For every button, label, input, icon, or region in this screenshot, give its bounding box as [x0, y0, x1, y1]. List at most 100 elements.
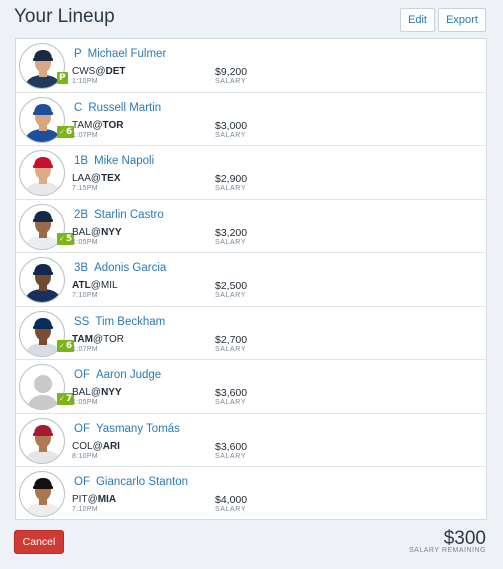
player-salary: $2,700	[215, 333, 248, 346]
game-matchup: ATL@MIL	[72, 280, 118, 291]
game-matchup: TAM@TOR	[72, 119, 124, 131]
lineup-row[interactable]: OF Giancarlo Stanton PIT@MIA 7:10PM $4,00…	[16, 467, 486, 521]
away-team: CWS	[72, 66, 96, 77]
player-position: SS	[74, 315, 90, 328]
game-matchup: TAM@TOR	[72, 333, 125, 345]
player-name-link[interactable]: SS Tim Beckham	[74, 316, 165, 328]
player-salary: $3,000	[215, 119, 248, 132]
home-team: TEX	[101, 173, 121, 184]
player-salary: $2,900	[215, 173, 248, 185]
player-name-link[interactable]: OF Aaron Judge	[74, 369, 161, 381]
player-position: P	[74, 48, 82, 60]
away-team: TAM	[72, 119, 93, 131]
game-time: 1:05PM	[72, 399, 98, 406]
salary-label: SALARY	[215, 399, 247, 406]
player-name-link[interactable]: C Russell Martin	[74, 102, 161, 114]
lineup-header: Your Lineup Edit Export	[0, 0, 503, 38]
lineup-row[interactable]: ✓5 2B Starlin Castro BAL@NYY 1:05PM $3,20…	[16, 200, 486, 253]
player-name: Aaron Judge	[95, 369, 162, 381]
home-team: ARI	[102, 440, 120, 452]
player-position: C	[74, 101, 83, 114]
salary-remaining-label: SALARY REMAINING	[409, 547, 486, 554]
salary-label: SALARY	[215, 292, 247, 299]
check-icon: ✓	[59, 395, 65, 403]
home-team: MIL	[100, 280, 118, 291]
away-team: ATL	[72, 280, 91, 291]
salary-label: SALARY	[215, 345, 247, 353]
lineup-row[interactable]: ✓6 C Russell Martin TAM@TOR 1:07PM $3,000…	[16, 93, 486, 146]
player-name-link[interactable]: P Michael Fulmer	[74, 48, 166, 60]
lineup-row[interactable]: 1B Mike Napoli LAA@TEX 7:15PM $2,900 SALA…	[16, 146, 486, 200]
player-headshot-icon	[23, 478, 63, 516]
home-team: MIA	[97, 494, 117, 505]
home-team: NYY	[101, 226, 122, 238]
player-salary: $4,000	[215, 494, 248, 506]
check-icon: ✓	[59, 341, 65, 350]
check-icon: ✓	[59, 127, 65, 136]
player-photo	[19, 150, 65, 196]
home-team: TOR	[103, 333, 125, 345]
player-position: 1B	[74, 155, 89, 167]
badge-label: P	[59, 73, 66, 83]
game-time: 7:15PM	[72, 185, 98, 192]
player-name: Mike Napoli	[94, 155, 155, 167]
away-team: PIT	[72, 494, 88, 505]
lineup-row[interactable]: OF Yasmany Tomás COL@ARI 8:10PM $3,600 SA…	[16, 414, 486, 467]
salary-label: SALARY	[215, 238, 247, 246]
away-team: COL	[72, 440, 93, 452]
salary-label: SALARY	[215, 506, 247, 513]
player-position: 2B	[74, 208, 89, 221]
lineup-row[interactable]: P P Michael Fulmer CWS@DET 1:10PM $9,200 …	[16, 39, 486, 93]
home-team: NYY	[101, 387, 122, 398]
game-time: 8:10PM	[72, 452, 98, 460]
lineup-row[interactable]: 3B Adonis Garcia ATL@MIL 7:10PM $2,500 SA…	[16, 253, 486, 307]
game-matchup: BAL@NYY	[72, 387, 122, 398]
home-team: DET	[105, 66, 126, 77]
player-name: Starlin Castro	[94, 208, 164, 221]
away-team: BAL	[72, 387, 91, 398]
player-name-link[interactable]: 3B Adonis Garcia	[74, 262, 166, 274]
lineup-row[interactable]: ✓6 SS Tim Beckham TAM@TOR 1:07PM $2,700 S…	[16, 307, 486, 360]
player-name-link[interactable]: OF Giancarlo Stanton	[74, 476, 188, 488]
game-matchup: CWS@DET	[72, 66, 126, 77]
lineup-row[interactable]: ✓7 OF Aaron Judge BAL@NYY 1:05PM $3,600 S…	[16, 360, 486, 414]
player-salary: $3,600	[215, 387, 248, 399]
game-time: 7:10PM	[72, 292, 98, 299]
player-position: 3B	[74, 262, 89, 274]
page-title: Your Lineup	[14, 6, 115, 27]
player-headshot-icon	[23, 424, 63, 463]
player-name: Tim Beckham	[95, 315, 166, 328]
player-name-link[interactable]: OF Yasmany Tomás	[74, 423, 180, 435]
player-salary: $3,600	[215, 440, 248, 453]
player-name: Adonis Garcia	[94, 262, 167, 274]
away-team: BAL	[72, 226, 91, 238]
game-time: 1:05PM	[72, 238, 98, 246]
game-time: 7:10PM	[72, 506, 98, 513]
player-position: OF	[74, 476, 90, 488]
player-salary: $3,200	[215, 226, 248, 239]
home-team: TOR	[102, 119, 124, 131]
export-button[interactable]: Export	[438, 8, 486, 32]
player-salary: $2,500	[215, 280, 248, 292]
cancel-button[interactable]: Cancel	[14, 530, 64, 554]
player-photo	[19, 471, 65, 517]
player-salary: $9,200	[215, 66, 248, 78]
player-name: Yasmany Tomás	[95, 422, 180, 435]
away-team: TAM	[72, 333, 93, 345]
player-photo	[19, 257, 65, 303]
player-name-link[interactable]: 2B Starlin Castro	[74, 209, 164, 221]
game-matchup: LAA@TEX	[72, 173, 121, 184]
game-matchup: COL@ARI	[72, 440, 120, 452]
player-photo	[19, 417, 65, 464]
salary-label: SALARY	[215, 452, 247, 460]
player-position: OF	[74, 422, 90, 435]
player-headshot-icon	[23, 157, 63, 195]
edit-button[interactable]: Edit	[400, 8, 435, 32]
game-matchup: PIT@MIA	[72, 494, 117, 505]
player-name-link[interactable]: 1B Mike Napoli	[74, 155, 154, 167]
status-badge: P	[57, 72, 68, 84]
player-headshot-icon	[23, 264, 63, 302]
game-time: 1:10PM	[72, 78, 98, 85]
player-name: Giancarlo Stanton	[95, 476, 189, 488]
game-time: 1:07PM	[72, 131, 98, 139]
